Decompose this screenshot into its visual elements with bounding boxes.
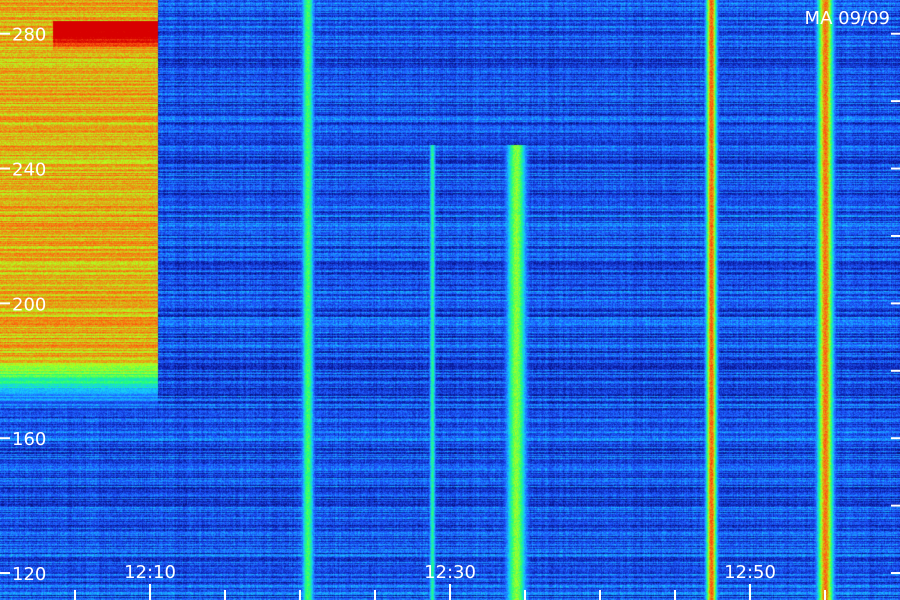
station-date-label: MA 09/09 <box>805 8 890 29</box>
x-axis: 12:10 12:30 12:50 <box>74 562 826 600</box>
y-tick-label: 160 <box>12 429 46 450</box>
y-tick-label: 120 <box>12 564 46 585</box>
x-tick-label: 12:10 <box>124 562 176 583</box>
y-tick-label: 240 <box>12 160 46 181</box>
x-tick-label: 12:50 <box>724 562 776 583</box>
y-axis: 120 160 200 240 280 <box>0 25 46 585</box>
axes-overlay: 120 160 200 240 280 12:10 12:30 12:50 MA 09/09 <box>0 8 900 600</box>
y-tick-label: 200 <box>12 294 46 315</box>
y-axis-right-ticks <box>891 32 900 575</box>
x-tick-label: 12:30 <box>424 562 476 583</box>
spectrogram-panel: 120 160 200 240 280 12:10 12:30 12:50 MA 09/09 <box>0 0 900 600</box>
y-tick-label: 280 <box>12 25 46 46</box>
